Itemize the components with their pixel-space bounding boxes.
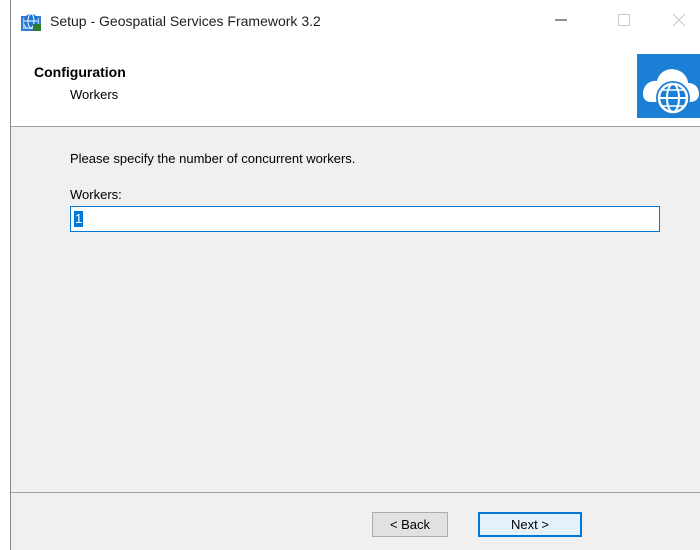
installer-icon bbox=[21, 12, 43, 32]
setup-window: Setup - Geospatial Services Framework 3.… bbox=[10, 0, 700, 550]
workers-input-value: 1 bbox=[74, 211, 84, 227]
next-button[interactable]: Next > bbox=[478, 512, 582, 537]
wizard-header: Configuration Workers bbox=[11, 44, 700, 127]
close-button[interactable] bbox=[656, 0, 700, 44]
back-button[interactable]: < Back bbox=[372, 512, 448, 537]
cloud-globe-logo bbox=[637, 54, 700, 118]
maximize-icon bbox=[618, 13, 630, 31]
page-title: Configuration bbox=[34, 64, 126, 80]
title-bar[interactable]: Setup - Geospatial Services Framework 3.… bbox=[11, 0, 700, 44]
wizard-content: Please specify the number of concurrent … bbox=[11, 127, 700, 492]
minimize-button[interactable] bbox=[538, 0, 584, 44]
instruction-text: Please specify the number of concurrent … bbox=[70, 151, 356, 166]
window-title: Setup - Geospatial Services Framework 3.… bbox=[50, 13, 321, 29]
workers-input[interactable]: 1 bbox=[70, 206, 660, 232]
workers-label: Workers: bbox=[70, 187, 122, 202]
maximize-button[interactable] bbox=[601, 0, 647, 44]
page-subtitle: Workers bbox=[70, 87, 119, 102]
wizard-footer: < Back Next > bbox=[11, 493, 700, 550]
close-icon bbox=[672, 13, 686, 32]
minimize-icon bbox=[555, 13, 567, 31]
